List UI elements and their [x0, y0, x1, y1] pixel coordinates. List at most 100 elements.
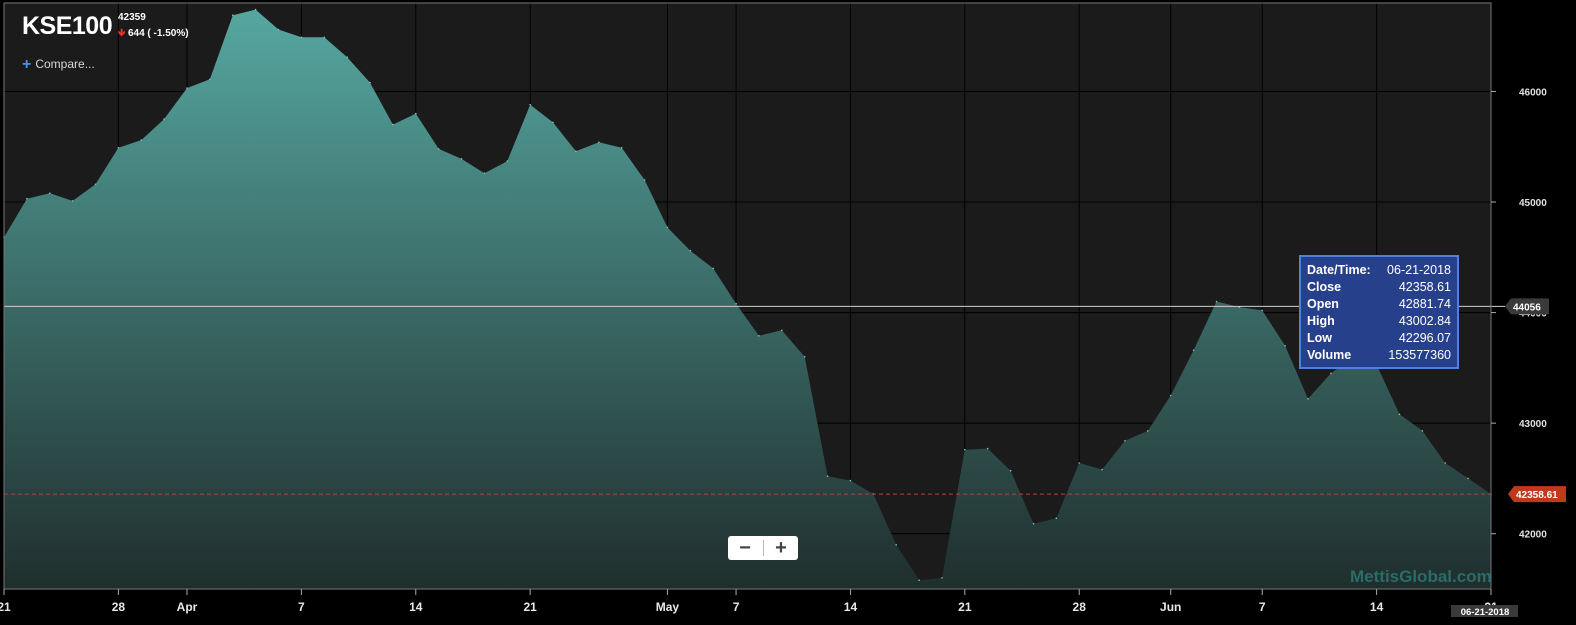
watermark: MettisGlobal.com	[1350, 567, 1492, 586]
data-point	[826, 475, 829, 478]
data-point	[598, 141, 600, 144]
x-tick-label: 28	[112, 600, 126, 614]
zoom-in-button[interactable]: +	[764, 536, 798, 560]
data-point	[1215, 300, 1218, 303]
data-point	[232, 14, 234, 16]
zoom-controls: − +	[728, 536, 798, 560]
data-point	[277, 28, 280, 31]
tooltip-key: Date/Time:	[1307, 263, 1371, 277]
plus-icon: +	[22, 56, 32, 73]
change-text: 644 ( -1.50%)	[127, 28, 189, 39]
tooltip-value: 42358.61	[1398, 280, 1451, 294]
data-point	[1032, 523, 1035, 525]
tooltip-row: Volume 153577360	[1307, 348, 1451, 365]
data-point	[300, 36, 303, 39]
data-point	[666, 226, 669, 229]
zoom-out-button[interactable]: −	[728, 536, 762, 560]
data-point	[163, 118, 165, 120]
symbol-title: KSE100	[22, 12, 113, 40]
data-point	[460, 158, 463, 160]
compare-button[interactable]: + Compare...	[22, 56, 95, 74]
data-point	[918, 579, 920, 581]
data-point	[895, 544, 897, 546]
x-tick-label: 21	[523, 600, 537, 614]
tooltip-value: 153577360	[1388, 348, 1451, 362]
y-tick-label: 42000	[1519, 530, 1547, 541]
tooltip-value: 42881.74	[1398, 297, 1451, 311]
data-point	[49, 192, 51, 194]
x-tick-label: 7	[1259, 600, 1266, 614]
data-point	[1261, 309, 1263, 312]
tooltip-value: 42296.07	[1398, 331, 1451, 345]
data-point	[346, 56, 349, 58]
data-point	[1330, 372, 1332, 375]
x-tick-label: 14	[409, 600, 423, 614]
tooltip-key: Close	[1307, 280, 1342, 294]
data-point	[964, 448, 966, 451]
x-tick-label: 7	[733, 600, 740, 614]
data-point	[1078, 462, 1080, 464]
x-tick-label: 21	[958, 600, 972, 614]
data-point	[209, 78, 211, 81]
data-point	[369, 81, 371, 84]
tooltip-row: Date/Time: 06-21-2018	[1307, 263, 1451, 280]
x-tick-label: 14	[1370, 600, 1384, 614]
data-point	[735, 302, 737, 305]
change-value: 🡻 644 ( -1.50%)	[118, 26, 189, 43]
crosshair-label: 44056	[1513, 302, 1541, 313]
data-point	[849, 479, 852, 482]
last-price-label: 42358.61	[1516, 490, 1558, 501]
x-tick-label: 28	[1073, 600, 1087, 614]
data-point	[643, 179, 646, 181]
tooltip-row: Open 42881.74	[1307, 297, 1451, 314]
last-value: 42359	[118, 12, 146, 23]
x-tick-label: May	[656, 600, 680, 614]
data-point	[1398, 413, 1401, 416]
data-point	[254, 8, 257, 11]
data-point	[1467, 477, 1469, 480]
data-point	[529, 103, 531, 106]
compare-label: Compare...	[35, 57, 95, 71]
data-point	[552, 121, 554, 124]
data-point	[1444, 462, 1446, 464]
data-point	[483, 172, 486, 175]
data-point	[758, 335, 760, 337]
tooltip-key: High	[1307, 314, 1335, 328]
data-point	[986, 447, 989, 450]
data-point	[1169, 394, 1172, 397]
data-point	[26, 197, 28, 200]
tooltip-row: Close 42358.61	[1307, 280, 1451, 297]
data-point	[712, 267, 714, 270]
tooltip-key: Open	[1307, 297, 1339, 311]
data-tooltip: Date/Time: 06-21-2018 Close 42358.61 Open 4…	[1299, 255, 1459, 369]
data-point	[94, 183, 97, 186]
down-arrow-icon: 🡻	[118, 28, 126, 39]
x-tick-label: Jun	[1160, 600, 1181, 614]
data-point	[781, 329, 783, 332]
data-point	[506, 160, 509, 162]
data-point	[1009, 469, 1012, 472]
y-tick-label: 46000	[1519, 87, 1547, 98]
data-point	[1192, 349, 1195, 352]
data-point	[323, 36, 326, 39]
data-point	[1101, 468, 1103, 471]
data-point	[117, 147, 120, 149]
x-tick-label: 7	[298, 600, 305, 614]
data-point	[71, 200, 74, 202]
data-point	[803, 356, 806, 358]
tooltip-value: 06-21-2018	[1387, 263, 1451, 277]
data-point	[140, 139, 143, 141]
data-point	[1421, 430, 1424, 432]
x-tick-label: 21	[0, 600, 11, 614]
data-point	[1307, 398, 1309, 400]
tooltip-key: Volume	[1307, 348, 1352, 362]
x-tick-label: 14	[844, 600, 858, 614]
data-point	[186, 87, 188, 89]
y-tick-label: 43000	[1519, 419, 1547, 430]
tooltip-row: Low 42296.07	[1307, 331, 1451, 348]
data-point	[941, 577, 943, 579]
data-point	[1284, 345, 1286, 347]
date-badge-label: 06-21-2018	[1461, 607, 1510, 618]
data-point	[392, 123, 394, 126]
data-point	[1055, 517, 1058, 519]
